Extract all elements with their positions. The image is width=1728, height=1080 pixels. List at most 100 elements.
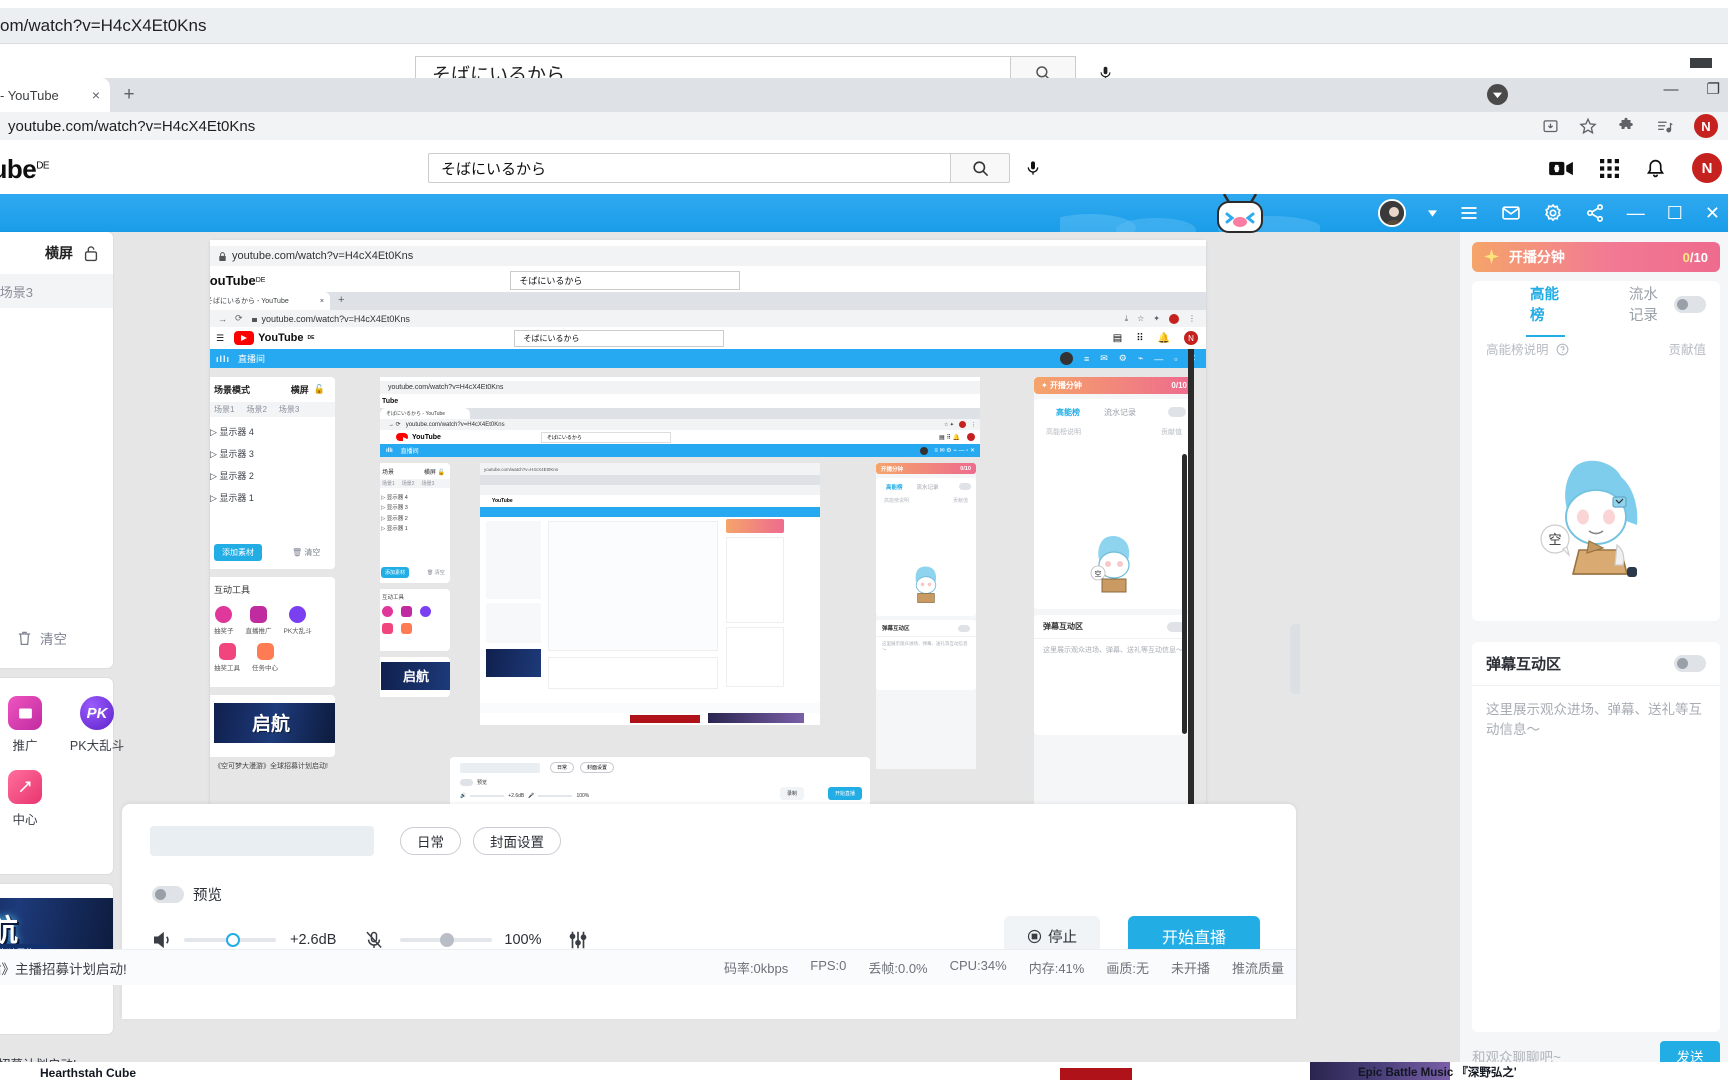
nested-clear-l3: 🗑 清空	[292, 548, 321, 557]
interaction-tools-grid: 推广 PK PK大乱斗 中心	[0, 696, 124, 828]
nested-orientation-l3: 横屏	[290, 385, 309, 395]
nested-live-title-l3: 直播间	[238, 354, 266, 364]
nested-promo-panel-l4: 启航	[380, 657, 450, 697]
tab-high-energy-rank[interactable]: 高能榜	[1526, 283, 1565, 337]
nested-install-icon-l3: ⤓	[1124, 313, 1129, 323]
nested-account-avatar-l3	[1059, 352, 1073, 365]
preview-scrollbar[interactable]	[1182, 454, 1187, 734]
stop-circle-icon	[1027, 929, 1042, 944]
nested-bookmark-icon-l3: ☆	[1137, 314, 1145, 323]
trash-icon[interactable]	[17, 630, 32, 646]
omnibox[interactable]: youtube.com/watch?v=H4cX4Et0Kns	[0, 112, 1728, 140]
nested-source-3-l3: ▷ 显示器 2	[210, 471, 254, 481]
new-tab-button[interactable]: +	[118, 84, 140, 106]
nested-apps-icon-l3: ⠿	[1136, 332, 1144, 344]
menu-icon[interactable]	[1459, 203, 1479, 223]
audio-mixer-icon[interactable]	[567, 929, 589, 951]
taskbar-thumbnail-red[interactable]	[1060, 1068, 1132, 1080]
stream-minutes-banner[interactable]: 开播分钟 0/10	[1472, 242, 1720, 272]
window-maximize-button[interactable]: ❐	[1707, 80, 1720, 98]
speaker-volume-slider[interactable]	[184, 933, 276, 947]
search-icon	[971, 159, 990, 178]
youtube-voice-search-button[interactable]	[1018, 152, 1048, 184]
nested-create-icon-l3: ▤	[1112, 332, 1123, 344]
close-icon[interactable]: ×	[92, 87, 100, 103]
live-app-close-button[interactable]: ✕	[1705, 204, 1720, 222]
close-icon: ×	[319, 297, 324, 305]
tool-promotion[interactable]: 推广	[0, 696, 56, 754]
avatar[interactable]: N	[1692, 153, 1722, 183]
rank-help-group[interactable]: 高能榜说明	[1486, 339, 1569, 358]
status-bar-metrics: 码率:0kbps FPS:0 丢帧:0.0% CPU:34% 内存:41% 画质…	[724, 958, 1296, 977]
preview-toggle[interactable]	[152, 886, 184, 903]
tool-task-center[interactable]: 中心	[0, 770, 56, 828]
settings-gear-icon[interactable]	[1543, 203, 1563, 223]
scene-tab-3[interactable]: 场景3	[0, 282, 33, 301]
install-icon[interactable]	[1542, 118, 1559, 135]
nested-avatar-yt-l3: N	[1184, 331, 1198, 345]
unlock-icon[interactable]	[83, 245, 99, 262]
nested-yt-search-l2: そばにいるから	[510, 270, 741, 290]
avatar[interactable]: N	[1694, 114, 1718, 138]
speaker-icon[interactable]	[152, 930, 174, 950]
live-app-maximize-button[interactable]: ☐	[1667, 204, 1683, 222]
cover-settings-button[interactable]: 封面设置	[473, 827, 561, 855]
panel-collapse-handle[interactable]	[1290, 624, 1300, 694]
nested-promo-panel-l3: 启航	[210, 695, 335, 757]
nested-yt-search-l3: そばにいるから	[514, 329, 725, 347]
rank-visibility-toggle[interactable]	[1674, 295, 1706, 313]
chat-card: 弹幕互动区 这里展示观众进场、弹幕、送礼等互动信息～	[1472, 642, 1720, 1032]
profile-badge-icon[interactable]	[1487, 84, 1508, 105]
youtube-search-button[interactable]	[950, 153, 1010, 183]
nested-live-titlebar-l3: ıllı 直播间 ≡ ✉ ⚙ ⌁ — ▫ ✕	[210, 349, 1206, 368]
microphone-muted-icon[interactable]	[364, 929, 384, 951]
tab-revenue-record[interactable]: 流水记录	[1625, 283, 1674, 325]
question-circle-icon	[1556, 343, 1569, 357]
nested-live-titlebar-l4: ıllı 直播间 ≡ ✉ ⚙ ⌁ — ▫ ✕	[380, 444, 980, 457]
create-video-icon[interactable]	[1549, 159, 1574, 178]
nested-preview-canvas-l3: youtube.com/watch?v=H4cX4Et0Kns Tube そばに…	[380, 377, 980, 829]
stream-minutes-count: 0/10	[1683, 250, 1708, 265]
nested-preview-canvas-l4: youtube.com/watch?v=H4cX4Et0Kns YouTube	[480, 463, 820, 725]
microphone-level-value: 100%	[504, 932, 542, 948]
nested-yt-bar-l2: YouTube DE そばにいるから	[210, 268, 1206, 292]
metric-cpu: CPU:34%	[949, 958, 1007, 973]
chat-visibility-toggle[interactable]	[1674, 655, 1706, 672]
account-avatar[interactable]	[1377, 199, 1406, 227]
nested-omnibox-l2: youtube.com/watch?v=H4cX4Et0Kns	[210, 246, 1206, 266]
chevron-down-icon[interactable]	[1427, 209, 1437, 217]
metric-stream-quality[interactable]: 推流质量	[1232, 958, 1284, 977]
stream-category-button[interactable]: 日常	[400, 827, 461, 855]
stream-config-bar: 日常 封面设置 预览 +2.6dB 100% 停止 开始直播	[122, 804, 1296, 1019]
empty-bubble-text: 空	[1548, 532, 1561, 547]
browser-tab[interactable]: - YouTube ×	[0, 78, 110, 112]
outer-url-bar[interactable]: om/watch?v=H4cX4Et0Kns	[0, 8, 1728, 44]
tool-pk-battle[interactable]: PK PK大乱斗	[66, 696, 128, 754]
nested-source-1-l3: ▷ 显示器 4	[210, 427, 254, 437]
rank-card: 高能榜 流水记录 高能榜说明 贡献值 空	[1472, 281, 1720, 621]
pk-battle-icon: PK	[80, 696, 114, 730]
rank-help-label: 高能榜说明	[1486, 343, 1549, 357]
nested-omnibox-l3: → ⟳ youtube.com/watch?v=H4cX4Et0Kns ⤓ ☆ ✦…	[210, 310, 1206, 327]
youtube-search-input[interactable]: そばにいるから	[428, 153, 950, 183]
extensions-puzzle-icon[interactable]	[1617, 117, 1635, 135]
window-minimize-button[interactable]: —	[1664, 81, 1679, 98]
notifications-bell-icon[interactable]	[1645, 158, 1666, 179]
bookmark-star-icon[interactable]	[1579, 117, 1597, 135]
mail-icon[interactable]	[1501, 203, 1521, 223]
clear-scene-button[interactable]: 清空	[40, 628, 67, 648]
apps-grid-icon[interactable]	[1600, 158, 1619, 178]
stream-title-input[interactable]	[150, 826, 374, 856]
browser-tab-title: - YouTube	[0, 87, 59, 103]
metric-quality: 画质:无	[1106, 961, 1149, 976]
share-icon[interactable]	[1585, 203, 1605, 223]
microphone-volume-slider[interactable]	[400, 933, 493, 947]
scene-source-list[interactable]	[0, 308, 113, 608]
scene-tab-list[interactable]: 场景3	[0, 274, 113, 308]
rank-value-label: 贡献值	[1668, 343, 1706, 357]
scene-panel: 横屏 场景3 清空	[0, 232, 113, 668]
media-list-icon[interactable]	[1655, 118, 1674, 135]
youtube-logo[interactable]: TubeDE	[0, 154, 50, 185]
live-app-minimize-button[interactable]: —	[1627, 204, 1645, 222]
live-streaming-app-window: — ☐ ✕ 横屏 场景3 清空 推广 PK PK大乱斗 中心 航 youtube…	[0, 194, 1728, 1080]
